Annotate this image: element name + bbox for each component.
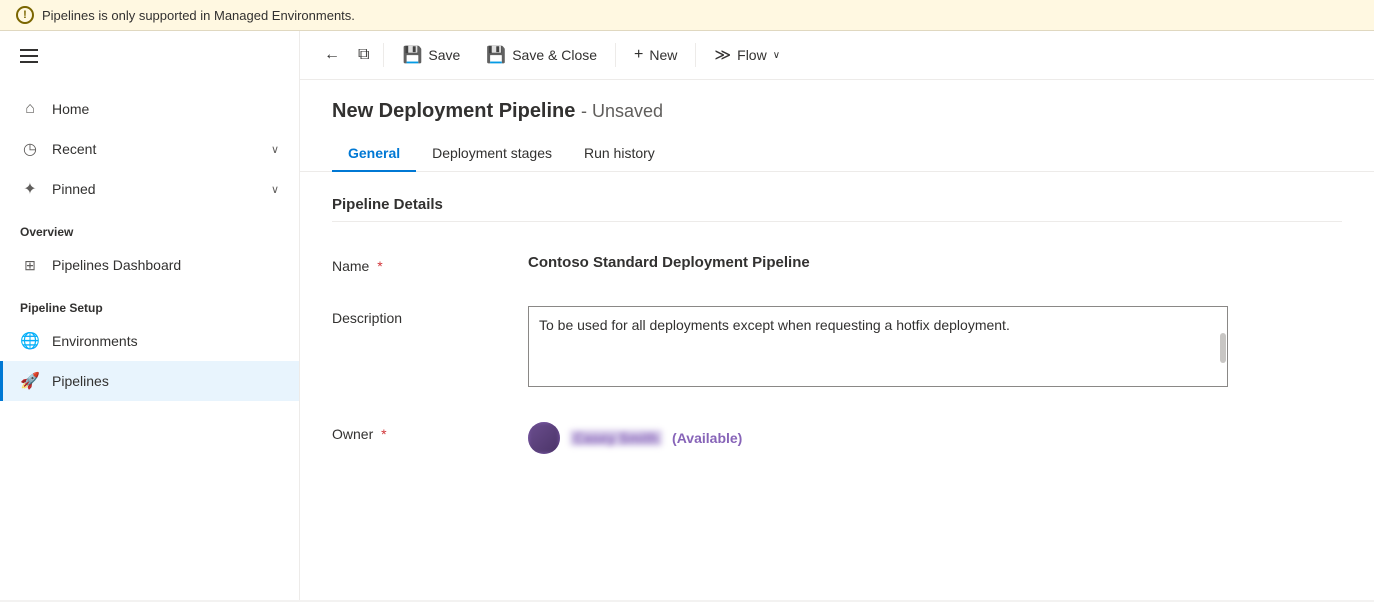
description-label: Description — [332, 306, 512, 326]
toolbar-divider-2 — [615, 43, 616, 67]
back-icon: ← — [324, 46, 340, 64]
flow-button[interactable]: ≫ Flow ∨ — [702, 39, 792, 71]
new-label: New — [649, 47, 677, 63]
chevron-down-icon: ∨ — [271, 143, 279, 156]
owner-value: Casey Smith (Available) — [528, 422, 1342, 454]
flow-label: Flow — [737, 47, 767, 63]
scrollbar-indicator — [1220, 333, 1226, 363]
sidebar-home-label: Home — [52, 101, 89, 117]
owner-row: Casey Smith (Available) — [528, 422, 1342, 454]
page-content: New Deployment Pipeline - Unsaved Genera… — [300, 80, 1374, 600]
environments-icon: 🌐 — [20, 331, 40, 351]
tabs-bar: General Deployment stages Run history — [300, 135, 1374, 172]
save-button[interactable]: 💾 Save — [390, 39, 472, 71]
pipeline-setup-section-label: Pipeline Setup — [0, 285, 299, 321]
tab-general[interactable]: General — [332, 135, 416, 171]
owner-field-row: Owner * Casey Smith (Available) — [332, 406, 1342, 470]
owner-status: (Available) — [672, 430, 742, 446]
form-section: Pipeline Details Name * Contoso Standard… — [300, 172, 1374, 494]
description-textarea-wrapper — [528, 306, 1228, 390]
toolbar-divider — [383, 43, 384, 67]
page-title-text: New Deployment Pipeline — [332, 100, 575, 122]
name-field-row: Name * Contoso Standard Deployment Pipel… — [332, 238, 1342, 290]
save-icon: 💾 — [402, 45, 422, 65]
home-icon: ⌂ — [20, 99, 40, 119]
sidebar-pipelines-label: Pipelines — [52, 373, 109, 389]
save-label: Save — [428, 47, 460, 63]
save-close-button[interactable]: 💾 Save & Close — [474, 39, 609, 71]
avatar — [528, 422, 560, 454]
pipelines-icon: 🚀 — [20, 371, 40, 391]
flow-icon: ≫ — [714, 45, 731, 65]
owner-name: Casey Smith — [570, 430, 662, 446]
sidebar-item-pipelines[interactable]: 🚀 Pipelines — [0, 361, 299, 401]
pinned-icon: ✦ — [20, 179, 40, 199]
description-textarea[interactable] — [528, 306, 1228, 387]
required-star: * — [377, 258, 382, 274]
sidebar-pinned-label: Pinned — [52, 181, 96, 197]
hamburger-menu[interactable] — [16, 45, 42, 67]
toolbar-divider-3 — [695, 43, 696, 67]
page-title: New Deployment Pipeline - Unsaved — [332, 100, 1342, 123]
sidebar-header — [0, 31, 299, 81]
sidebar-dashboard-label: Pipelines Dashboard — [52, 257, 181, 273]
window-button[interactable]: ⧉ — [350, 40, 377, 70]
name-value: Contoso Standard Deployment Pipeline — [528, 254, 1342, 271]
sidebar-item-environments[interactable]: 🌐 Environments — [0, 321, 299, 361]
main-content: ← ⧉ 💾 Save 💾 Save & Close + New ≫ F — [300, 31, 1374, 600]
sidebar-item-recent[interactable]: ◷ Recent ∨ — [0, 129, 299, 169]
back-button[interactable]: ← — [316, 40, 348, 70]
new-button[interactable]: + New — [622, 40, 689, 70]
description-field-row: Description — [332, 290, 1342, 406]
warning-banner: ! Pipelines is only supported in Managed… — [0, 0, 1374, 31]
owner-label: Owner * — [332, 422, 512, 442]
save-close-icon: 💾 — [486, 45, 506, 65]
sidebar-recent-label: Recent — [52, 141, 96, 157]
required-star-owner: * — [381, 426, 386, 442]
sidebar-item-pipelines-dashboard[interactable]: ⊞ Pipelines Dashboard — [0, 245, 299, 285]
unsaved-label: - Unsaved — [581, 101, 663, 121]
sidebar-item-pinned[interactable]: ✦ Pinned ∨ — [0, 169, 299, 209]
dashboard-icon: ⊞ — [20, 255, 40, 275]
window-icon: ⧉ — [358, 46, 369, 64]
new-icon: + — [634, 46, 643, 64]
tab-run-history[interactable]: Run history — [568, 135, 671, 171]
sidebar-item-home[interactable]: ⌂ Home — [0, 89, 299, 129]
tab-deployment-stages[interactable]: Deployment stages — [416, 135, 568, 171]
avatar-image — [528, 422, 560, 454]
banner-message: Pipelines is only supported in Managed E… — [42, 8, 355, 23]
sidebar-nav: ⌂ Home ◷ Recent ∨ ✦ Pinned ∨ Overview ⊞ … — [0, 81, 299, 409]
overview-section-label: Overview — [0, 209, 299, 245]
page-title-area: New Deployment Pipeline - Unsaved — [300, 80, 1374, 123]
chevron-down-icon: ∨ — [271, 183, 279, 196]
description-value[interactable] — [528, 306, 1342, 390]
warning-icon: ! — [16, 6, 34, 24]
toolbar: ← ⧉ 💾 Save 💾 Save & Close + New ≫ F — [300, 31, 1374, 80]
name-label: Name * — [332, 254, 512, 274]
flow-chevron-icon: ∨ — [773, 50, 780, 61]
pipeline-details-title: Pipeline Details — [332, 196, 1342, 222]
recent-icon: ◷ — [20, 139, 40, 159]
save-close-label: Save & Close — [512, 47, 597, 63]
sidebar-environments-label: Environments — [52, 333, 138, 349]
sidebar: ⌂ Home ◷ Recent ∨ ✦ Pinned ∨ Overview ⊞ … — [0, 31, 300, 600]
